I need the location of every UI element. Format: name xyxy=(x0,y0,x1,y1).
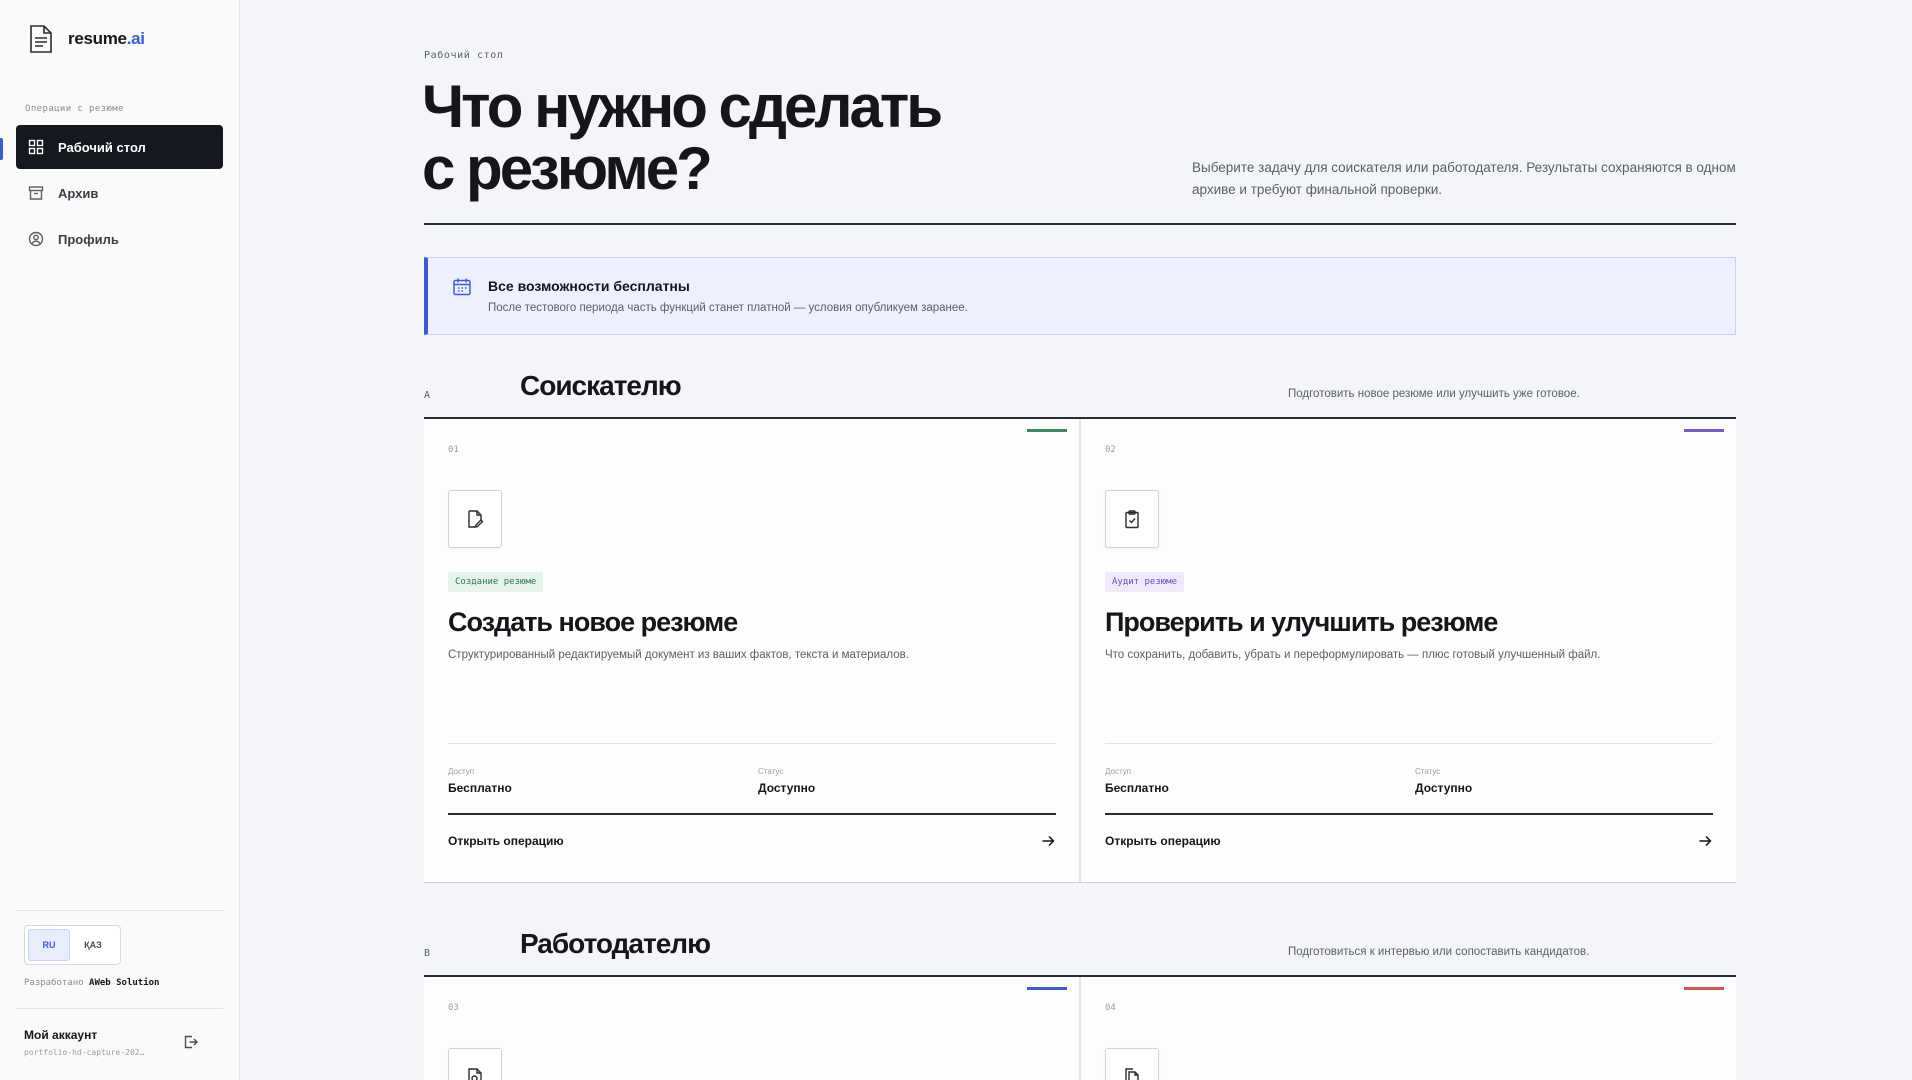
card-tag: Создание резюме xyxy=(448,572,544,592)
logo[interactable]: resume.ai xyxy=(28,24,145,54)
account-block[interactable]: Мой аккаунт portfolio-hd-capture-202… xyxy=(24,1028,144,1057)
status-label: Статус xyxy=(1415,767,1441,776)
sidebar: resume.ai Операции с резюме Рабочий стол… xyxy=(0,0,240,1080)
status-value: Доступно xyxy=(758,781,816,795)
sidebar-item-label: Рабочий стол xyxy=(58,139,146,155)
page-description: Выберите задачу для соискателя или работ… xyxy=(1192,160,1736,197)
clipboard-check-icon xyxy=(1125,510,1139,529)
card-number: 02 xyxy=(1105,445,1116,455)
arrow-right-icon xyxy=(1699,835,1712,847)
sidebar-item-label: Архив xyxy=(58,185,99,201)
card-divider-strong xyxy=(1105,813,1713,815)
document-search-icon xyxy=(468,1068,482,1080)
card-divider xyxy=(1105,743,1713,744)
logo-text: resume.ai xyxy=(68,29,145,48)
free-notice-banner: Все возможности бесплатны После тестовог… xyxy=(424,257,1736,335)
access-label: Доступ xyxy=(1105,767,1132,776)
header-divider xyxy=(424,223,1736,225)
document-edit-icon xyxy=(468,510,484,528)
section-title-applicant: Соискателю xyxy=(520,370,682,401)
card-icon-box xyxy=(448,490,502,548)
developer-credit: Разработано AWeb Solution xyxy=(24,978,160,988)
access-value: Бесплатно xyxy=(448,781,512,795)
documents-compare-icon xyxy=(1125,1068,1139,1080)
section-letter: B xyxy=(424,948,431,959)
active-indicator xyxy=(0,138,3,160)
section-description: Подготовить новое резюме или улучшить уж… xyxy=(1288,388,1580,400)
cards-bottom-border xyxy=(424,882,1736,883)
card-number: 04 xyxy=(1105,1003,1116,1013)
user-circle-icon xyxy=(28,231,44,247)
card-number: 01 xyxy=(448,445,459,455)
account-title: Мой аккаунт xyxy=(24,1028,98,1042)
card-tag: Аудит резюме xyxy=(1105,572,1185,592)
operation-card-create[interactable]: 01 Создание резюме Создать новое резюме … xyxy=(424,419,1080,882)
sidebar-nav: Рабочий стол Архив Профиль xyxy=(16,125,223,263)
breadcrumb: Рабочий стол xyxy=(424,50,504,61)
card-description: Структурированный редактируемый документ… xyxy=(448,649,909,661)
sidebar-divider xyxy=(16,1008,223,1009)
open-operation-button[interactable]: Открыть операцию xyxy=(1105,821,1713,861)
card-icon-box xyxy=(1105,490,1159,548)
sidebar-divider xyxy=(16,910,223,911)
archive-icon xyxy=(28,186,44,200)
card-title: Создать новое резюме xyxy=(448,607,738,637)
operation-card-employer-2[interactable]: 04 xyxy=(1080,977,1736,1080)
open-operation-button[interactable]: Открыть операцию xyxy=(448,821,1056,861)
section-letter: A xyxy=(424,390,431,401)
developer-name[interactable]: AWeb Solution xyxy=(89,978,159,988)
grid-icon xyxy=(28,139,44,155)
access-label: Доступ xyxy=(448,767,475,776)
language-switcher: RU ҚАЗ xyxy=(24,925,121,965)
notice-title: Все возможности бесплатны xyxy=(488,278,690,294)
notice-text: После тестового периода часть функций ст… xyxy=(488,302,968,314)
arrow-right-icon xyxy=(1042,835,1055,847)
status-value: Доступно xyxy=(1415,781,1473,795)
sidebar-item-profile[interactable]: Профиль xyxy=(16,217,223,261)
status-label: Статус xyxy=(758,767,784,776)
card-description: Что сохранить, добавить, убрать и перефо… xyxy=(1105,649,1601,661)
operation-card-audit[interactable]: 02 Аудит резюме Проверить и улучшить рез… xyxy=(1080,419,1736,882)
card-accent xyxy=(1684,429,1724,432)
card-icon-box xyxy=(1105,1048,1159,1080)
card-number: 03 xyxy=(448,1003,459,1013)
sidebar-item-label: Профиль xyxy=(58,231,119,247)
account-subtitle: portfolio-hd-capture-202… xyxy=(24,1048,145,1057)
sidebar-item-dashboard[interactable]: Рабочий стол xyxy=(16,125,223,169)
page-title: Что нужно сделать с резюме? xyxy=(422,73,943,202)
sidebar-section-label: Операции с резюме xyxy=(25,104,124,114)
card-divider-strong xyxy=(448,813,1056,815)
section-title-employer: Работодателю xyxy=(520,928,711,959)
section-description: Подготовиться к интервью или сопоставить… xyxy=(1288,946,1590,958)
card-accent xyxy=(1684,987,1724,990)
card-accent xyxy=(1027,429,1067,432)
access-value: Бесплатно xyxy=(1105,781,1169,795)
document-logo-icon xyxy=(30,25,52,53)
card-icon-box xyxy=(448,1048,502,1080)
sidebar-item-archive[interactable]: Архив xyxy=(16,171,223,215)
operation-card-employer-1[interactable]: 03 xyxy=(424,977,1080,1080)
card-accent xyxy=(1027,987,1067,990)
calendar-icon xyxy=(453,278,471,296)
logout-icon[interactable] xyxy=(183,1034,199,1050)
card-divider xyxy=(448,743,1056,744)
language-ru-button[interactable]: RU xyxy=(28,929,70,961)
language-kz-button[interactable]: ҚАЗ xyxy=(72,929,114,961)
card-title: Проверить и улучшить резюме xyxy=(1105,607,1498,637)
